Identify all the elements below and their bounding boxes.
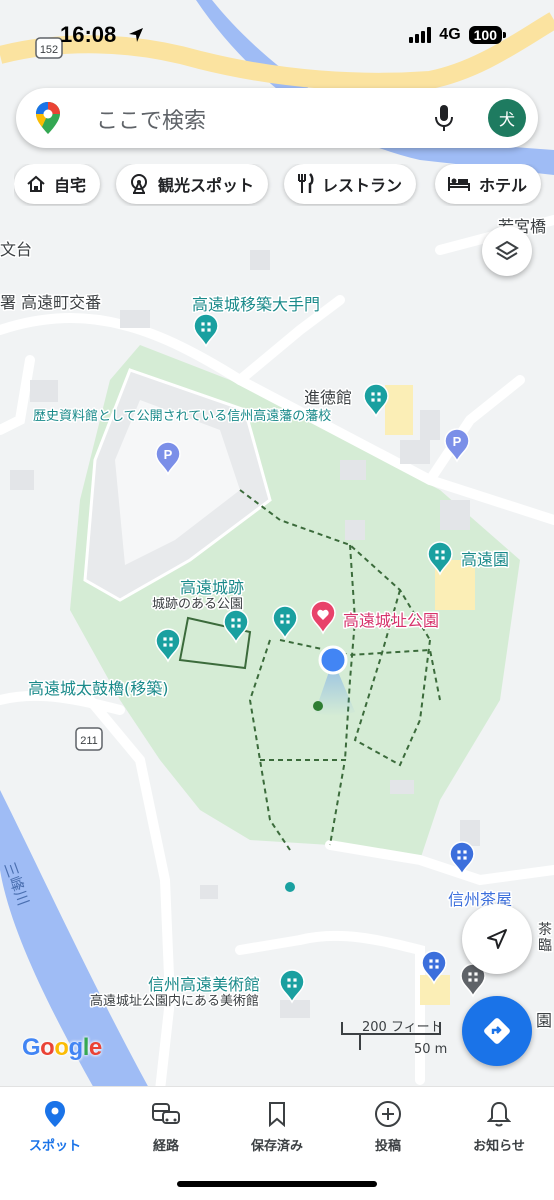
nav-commute[interactable]: 経路 [111, 1099, 221, 1154]
bed-icon [448, 177, 470, 191]
status-bar: 16:08 4G 100 [0, 22, 554, 54]
nav-label: お知らせ [473, 1139, 525, 1154]
label-koban: 署 高遠町交番 [0, 293, 101, 312]
building-yellow-1 [385, 385, 413, 435]
route-shield: 211 [75, 727, 103, 751]
label-museum-sub: 高遠城址公園内にある美術館 [90, 993, 259, 1009]
nav-updates[interactable]: お知らせ [444, 1099, 554, 1154]
category-chips: 自宅 観光スポット レストラン ホテル [14, 164, 554, 206]
status-time: 16:08 [60, 22, 117, 47]
signal-icon [409, 27, 432, 43]
label-shintokukan[interactable]: 進徳館 [303, 387, 354, 409]
scale-metric: 50 m [414, 1042, 448, 1057]
search-placeholder[interactable]: ここで検索 [96, 103, 206, 135]
logo-letter: g [68, 1034, 84, 1061]
layers-icon [495, 240, 519, 261]
directions-button[interactable] [462, 996, 532, 1066]
scale-bar: 200 フィート 50 m [340, 1016, 460, 1060]
ferris-wheel-icon [131, 174, 147, 194]
parking-glyph: P [453, 434, 462, 449]
home-indicator [177, 1181, 377, 1187]
fork-knife-icon [298, 173, 314, 193]
chip-sightseeing[interactable]: 観光スポット [116, 164, 269, 204]
label-taiko[interactable]: 高遠城太鼓櫓(移築) [27, 678, 171, 700]
google-maps-pin-icon [36, 102, 60, 134]
chip-home[interactable]: 自宅 [14, 164, 101, 204]
chip-restaurant[interactable]: レストラン [284, 164, 417, 204]
label-castle-ruins-sub: 城跡のある公園 [152, 596, 243, 612]
nav-explore[interactable]: スポット [0, 1099, 110, 1154]
home-icon [27, 175, 45, 192]
nav-label: スポット [28, 1139, 81, 1154]
label-castle-park[interactable]: 高遠城址公園 [342, 610, 441, 632]
add-circle-icon [375, 1101, 401, 1127]
battery-indicator: 100 [468, 26, 507, 44]
chip-label: 観光スポット [158, 176, 255, 195]
chip-label: 自宅 [54, 176, 87, 195]
label-bunkyo: 文台 [0, 240, 32, 259]
logo-letter: G [22, 1034, 41, 1061]
logo-letter: o [40, 1034, 55, 1061]
chip-hotel[interactable]: ホテル [435, 164, 542, 204]
teal-dot [285, 882, 295, 892]
account-avatar[interactable]: 犬 [488, 99, 526, 137]
network-type: 4G [439, 26, 461, 43]
navigation-arrow-icon [487, 929, 507, 949]
parking-glyph: P [164, 447, 173, 462]
microphone-icon[interactable] [434, 103, 454, 133]
bookmark-icon [269, 1102, 285, 1127]
layers-button[interactable] [482, 226, 532, 276]
chip-label: レストラン [322, 176, 403, 195]
green-dot [313, 701, 323, 711]
chip-label: ホテル [479, 176, 528, 195]
label-right-cut-2: 臨 [538, 938, 552, 954]
my-location-button[interactable] [462, 904, 532, 974]
search-bar[interactable]: ここで検索 犬 [16, 88, 538, 148]
nav-label: 投稿 [374, 1139, 401, 1154]
label-right-cut-3: 園 [536, 1011, 552, 1030]
directions-icon [484, 1018, 510, 1044]
label-right-cut-1: 茶 [538, 922, 552, 938]
logo-letter: o [54, 1034, 69, 1061]
location-arrow-icon [129, 28, 143, 42]
label-castle-ruins[interactable]: 高遠城跡 [179, 577, 246, 599]
label-kouenkaku[interactable]: 高遠園 [460, 549, 511, 571]
route-211-label: 211 [80, 735, 98, 747]
nav-saved[interactable]: 保存済み [222, 1099, 332, 1154]
nav-label: 経路 [152, 1139, 179, 1154]
google-logo: Google [22, 1034, 102, 1062]
my-location-dot [318, 645, 348, 675]
logo-letter: e [88, 1034, 102, 1061]
nav-contribute[interactable]: 投稿 [333, 1099, 443, 1154]
commute-icon [152, 1103, 180, 1124]
label-otemon[interactable]: 高遠城移築大手門 [191, 294, 322, 316]
bell-icon [487, 1101, 511, 1127]
location-pin-icon [45, 1101, 65, 1127]
label-museum[interactable]: 信州高遠美術館 [147, 974, 262, 996]
nav-label: 保存済み [250, 1139, 303, 1154]
label-hanko: 歴史資料館として公開されている信州高遠藩の藩校 [33, 408, 331, 424]
